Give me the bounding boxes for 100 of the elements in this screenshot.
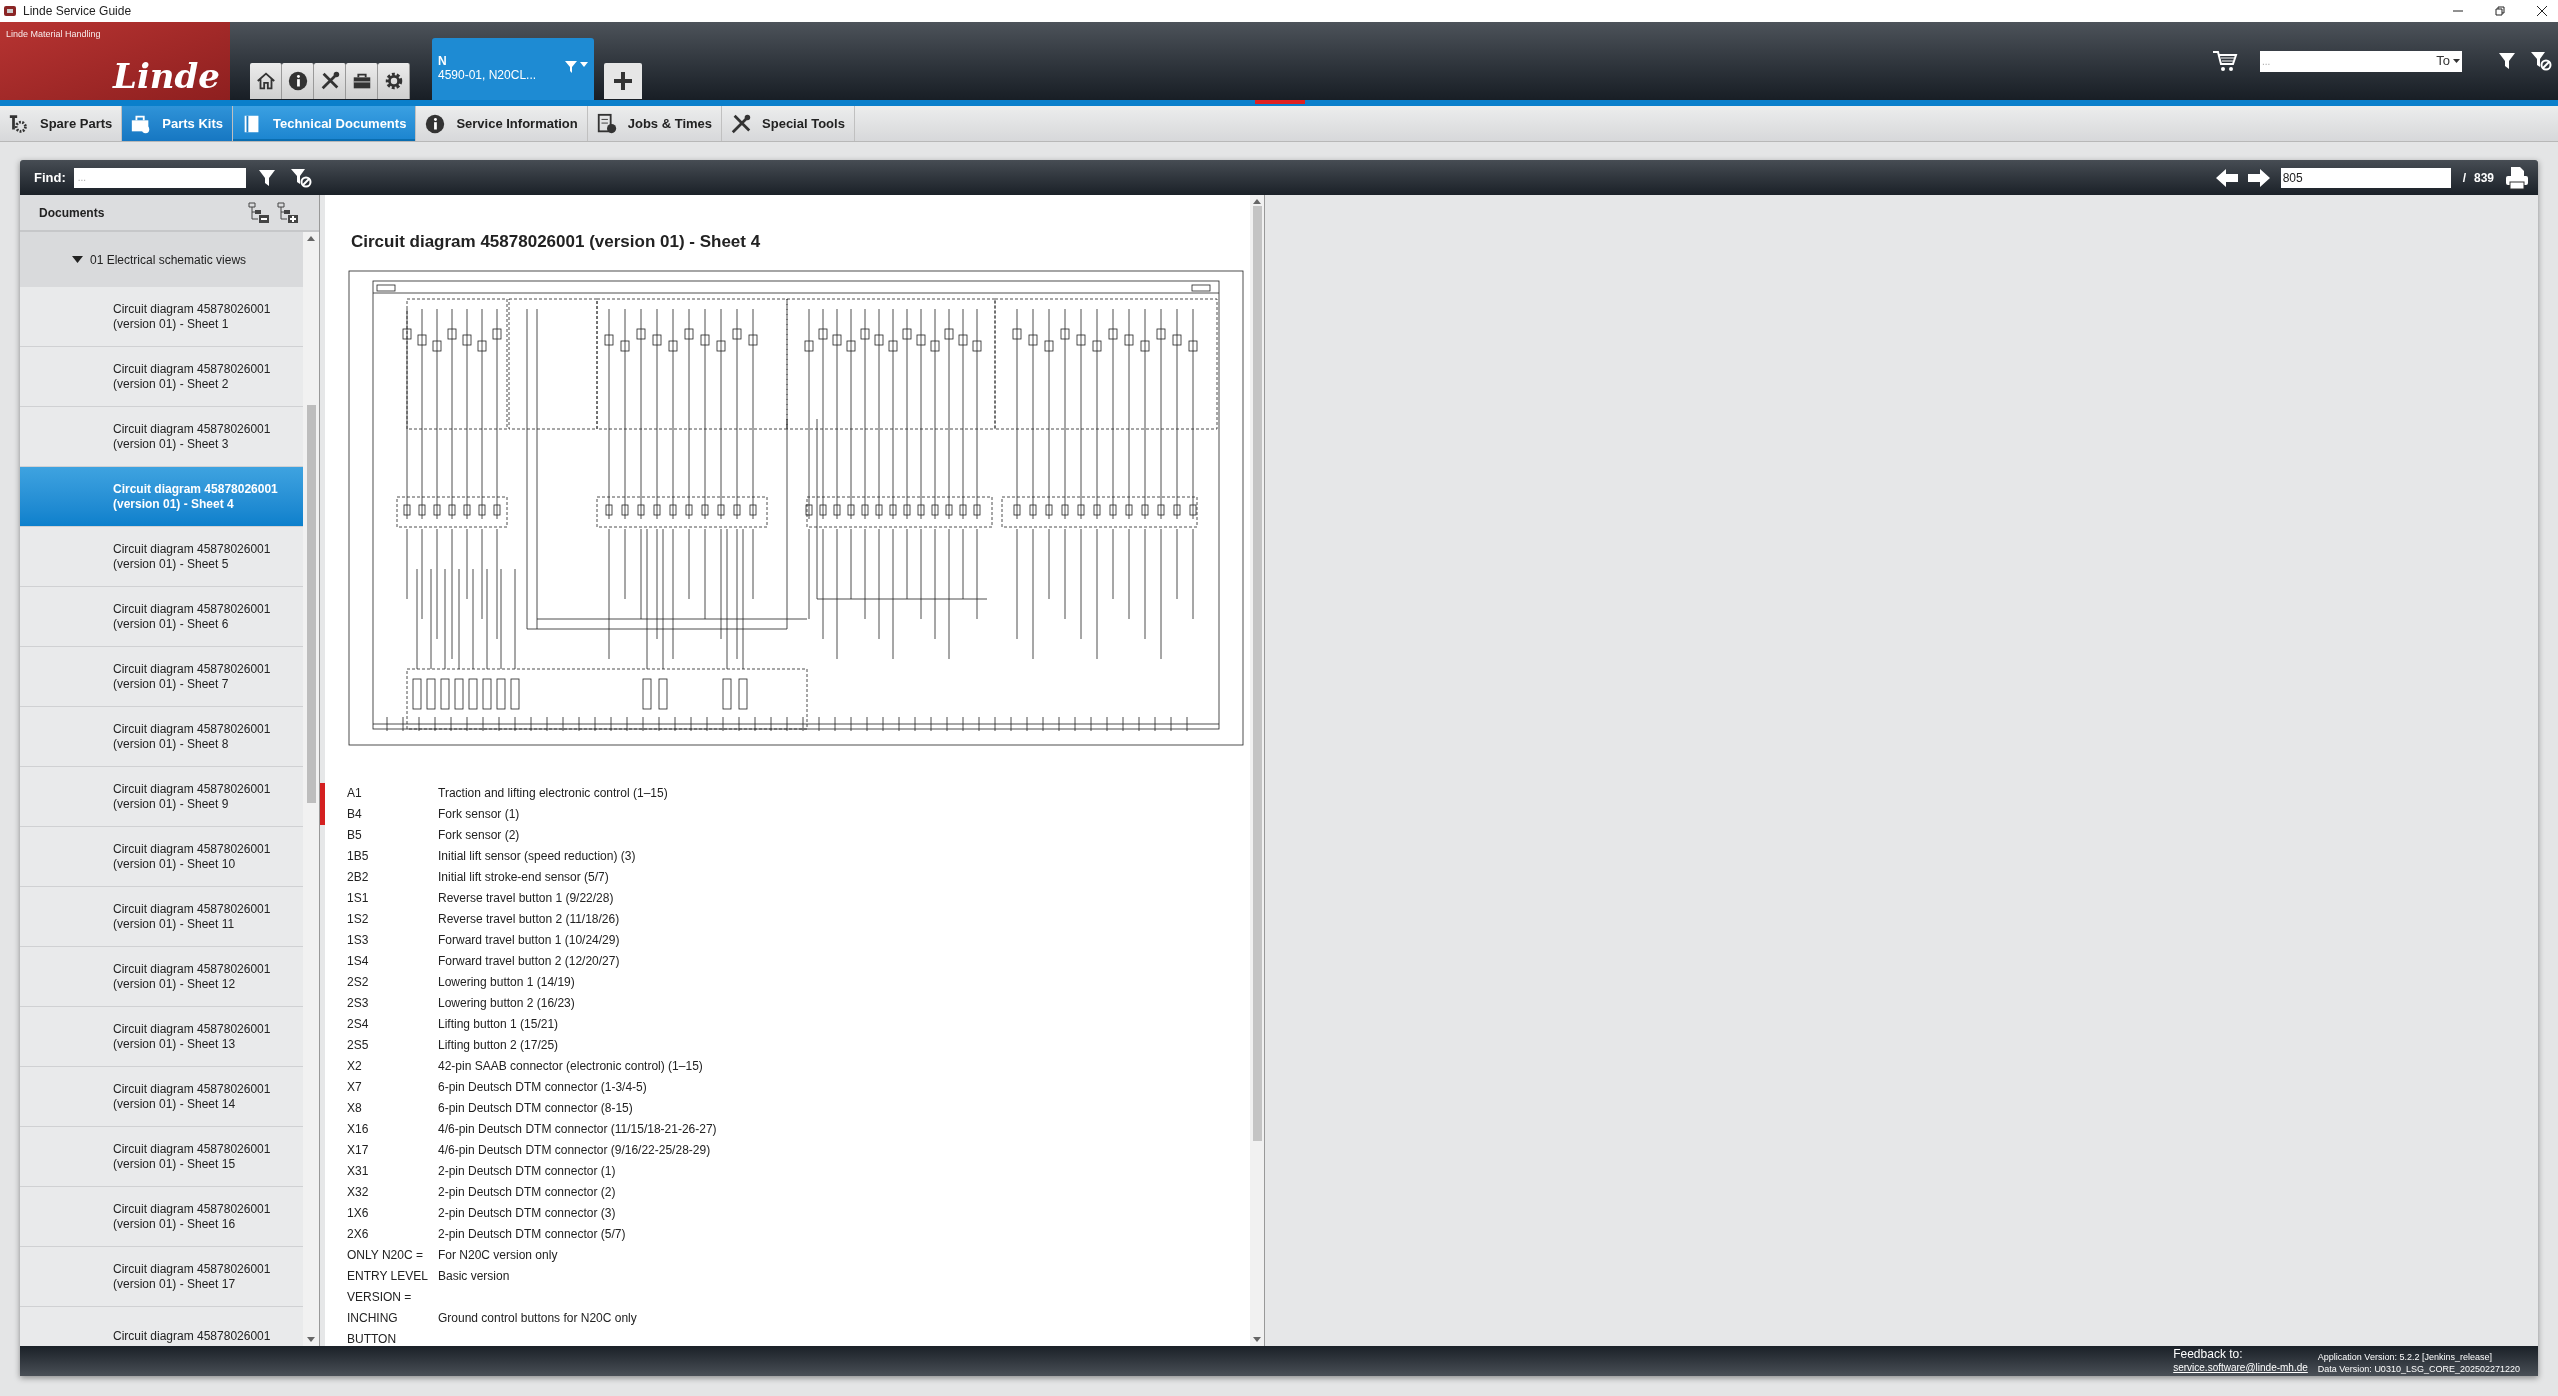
- cart-icon[interactable]: [2212, 49, 2238, 73]
- vehicle-tab[interactable]: N 4590-01, N20CL...: [432, 38, 594, 100]
- legend-code: X8: [347, 1099, 363, 1117]
- toolbox-button[interactable]: [346, 63, 378, 99]
- module-tab[interactable]: Special Tools: [722, 106, 855, 141]
- expand-triangle-icon[interactable]: [72, 256, 83, 263]
- tools-button[interactable]: [314, 63, 346, 99]
- legend-description: Initial lift sensor (speed reduction) (3): [438, 847, 636, 865]
- printer-icon[interactable]: [2504, 165, 2530, 190]
- legend-code: 2X6: [347, 1225, 370, 1243]
- document-list-item[interactable]: Circuit diagram 45878026001 (version 01) - Sheet 4: [20, 467, 303, 527]
- window-title: Linde Service Guide: [23, 3, 132, 20]
- data-version: Data Version: U0310_LSG_CORE_202502271220: [2317, 1362, 2520, 1375]
- clear-filter-icon[interactable]: [289, 167, 312, 188]
- legend-description: Ground control buttons for N20C only: [438, 1309, 637, 1327]
- expand-all-icon[interactable]: [276, 201, 300, 224]
- forward-arrow-icon[interactable]: [2246, 167, 2271, 188]
- legend-code: ENTRY LEVEL VERSION =: [347, 1267, 429, 1306]
- document-title: Circuit diagram 45878026001 (version 01) - Sheet 4: [351, 231, 762, 253]
- home-button[interactable]: [250, 63, 282, 99]
- plus-icon: [613, 71, 633, 91]
- legend-code: 1S4: [347, 952, 370, 970]
- legend-code: 1B5: [347, 847, 370, 865]
- collapse-all-icon[interactable]: [247, 201, 271, 224]
- page-total: 839: [2473, 169, 2494, 187]
- find-label: Find:: [34, 168, 66, 187]
- caret-icon[interactable]: [580, 62, 588, 68]
- info-button[interactable]: [282, 63, 314, 99]
- restore-icon[interactable]: [2494, 5, 2506, 17]
- filter-icon[interactable]: [2498, 52, 2516, 70]
- legend-description: Traction and lifting electronic control (1–15): [438, 784, 668, 802]
- scroll-down-icon[interactable]: [307, 1337, 315, 1342]
- brand-logo[interactable]: Linde: [113, 58, 220, 94]
- legend-description: Lowering button 2 (16/23): [438, 994, 575, 1012]
- legend-code: 2B2: [347, 868, 370, 886]
- documents-title: Documents: [39, 204, 106, 222]
- close-icon[interactable]: [2536, 5, 2548, 17]
- legend-description: Forward travel button 2 (12/20/27): [438, 952, 620, 970]
- legend-code: ONLY N20C =: [347, 1246, 424, 1264]
- legend-description: Reverse travel button 2 (11/18/26): [438, 910, 620, 928]
- legend-description: Lowering button 1 (14/19): [438, 973, 575, 991]
- brand-tagline: Linde Material Handling: [6, 28, 102, 41]
- scrollbar[interactable]: [1250, 195, 1264, 1346]
- legend-code: 1S3: [347, 931, 370, 949]
- scrollbar[interactable]: [303, 232, 319, 1346]
- legend-code: B5: [347, 826, 363, 844]
- legend-code: 1S2: [347, 910, 370, 928]
- legend-code: 1X6: [347, 1204, 370, 1222]
- legend-code: B4: [347, 805, 363, 823]
- legend-description: Fork sensor (1): [438, 805, 520, 823]
- module-tab[interactable]: Jobs & Times: [587, 106, 723, 141]
- legend-description: Lifting button 2 (17/25): [438, 1036, 559, 1054]
- vehicle-series: N: [438, 54, 448, 68]
- scroll-up-icon[interactable]: [1253, 199, 1261, 204]
- legend-description: Fork sensor (2): [438, 826, 520, 844]
- legend-description: Initial lift stroke-end sensor (5/7): [438, 868, 609, 886]
- scroll-down-icon[interactable]: [1253, 1337, 1261, 1342]
- legend-description: 2-pin Deutsch DTM connector (5/7): [438, 1225, 626, 1243]
- page-field[interactable]: 805: [2280, 167, 2451, 188]
- legend-description: For N20C version only: [438, 1246, 558, 1264]
- search-field[interactable]: ... To: [2260, 50, 2462, 72]
- caret-icon: [2453, 58, 2460, 64]
- legend-description: 4/6-pin Deutsch DTM connector (11/15/18-21-26-27): [438, 1120, 717, 1138]
- info-icon: [286, 70, 309, 92]
- legend-description: 2-pin Deutsch DTM connector (3): [438, 1204, 616, 1222]
- legend-code: X31: [347, 1162, 370, 1180]
- legend-code: X2: [347, 1057, 363, 1075]
- scrollbar-thumb[interactable]: [306, 405, 316, 803]
- filter-icon[interactable]: [257, 168, 276, 187]
- legend-description: Lifting button 1 (15/21): [438, 1015, 559, 1033]
- legend-description: Forward travel button 1 (10/24/29): [438, 931, 620, 949]
- feedback-email-link[interactable]: service.software@linde-mh.de: [2173, 1361, 2308, 1374]
- legend-description: 2-pin Deutsch DTM connector (1): [438, 1162, 616, 1180]
- scroll-up-icon[interactable]: [307, 236, 315, 241]
- back-arrow-icon[interactable]: [2214, 167, 2239, 188]
- page-separator: /: [2462, 169, 2466, 187]
- add-tab-button[interactable]: [604, 63, 642, 99]
- legend-description: 6-pin Deutsch DTM connector (8-15): [438, 1099, 633, 1117]
- clipboard-clock-icon: [595, 112, 618, 135]
- legend-code: X17: [347, 1141, 370, 1159]
- search-type-dropdown[interactable]: To: [2436, 51, 2450, 71]
- legend-code: X16: [347, 1120, 370, 1138]
- tree-group-row[interactable]: 01 Electrical schematic views: [20, 232, 303, 287]
- module-tab[interactable]: Parts Kits: [122, 106, 233, 141]
- legend-code: 2S2: [347, 973, 370, 991]
- legend-description: Reverse travel button 1 (9/22/28): [438, 889, 614, 907]
- legend-code: 2S5: [347, 1036, 370, 1054]
- legend-description: 2-pin Deutsch DTM connector (2): [438, 1183, 616, 1201]
- legend-code: X7: [347, 1078, 363, 1096]
- clear-filter-icon[interactable]: [2530, 51, 2552, 71]
- info-icon: [424, 112, 447, 135]
- module-tab[interactable]: Service Information: [416, 106, 588, 141]
- position-marker: [320, 783, 325, 825]
- legend-description: 6-pin Deutsch DTM connector (1-3/4-5): [438, 1078, 647, 1096]
- app-icon: [3, 4, 17, 18]
- scrollbar-thumb[interactable]: [1252, 206, 1262, 1141]
- application-version: Application Version: 5.2.2 [Jenkins_release]: [2317, 1350, 2493, 1363]
- gear-button[interactable]: [378, 63, 410, 99]
- legend-code: INCHING BUTTON: [347, 1309, 399, 1346]
- legend-description: 4/6-pin Deutsch DTM connector (9/16/22-25/28-29): [438, 1141, 711, 1159]
